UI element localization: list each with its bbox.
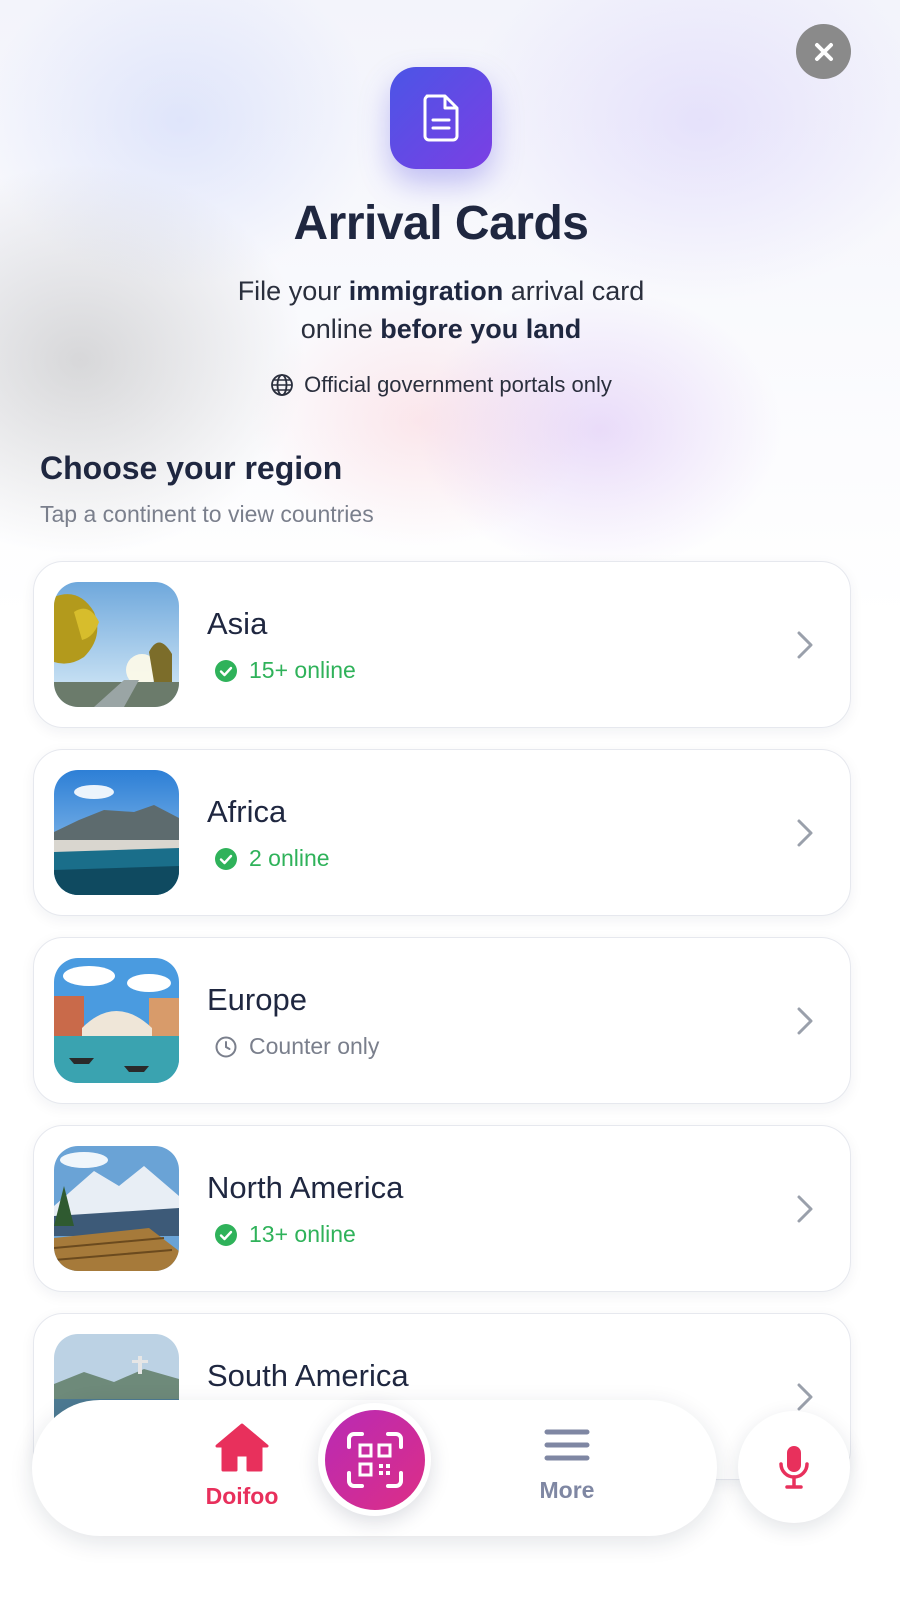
region-status: 2 online [215, 845, 330, 872]
official-note-text: Official government portals only [304, 372, 612, 397]
region-thumbnail-africa [54, 770, 179, 895]
region-status: 13+ online [215, 1221, 356, 1248]
nav-home[interactable]: Doifoo [172, 1422, 312, 1510]
check-circle-icon [215, 847, 237, 870]
arrival-cards-page: Arrival Cards File your immigration arri… [0, 0, 900, 1600]
scan-button-inner [324, 1409, 425, 1510]
region-card-africa[interactable]: Africa 2 online [33, 749, 851, 916]
region-card-asia[interactable]: Asia 15+ online [33, 561, 851, 728]
chevron-right-icon [797, 1007, 813, 1035]
region-status-text: Counter only [249, 1033, 380, 1059]
check-circle-icon [215, 659, 237, 682]
region-card-europe[interactable]: Europe Counter only [33, 937, 851, 1104]
nav-more[interactable]: More [502, 1428, 632, 1504]
check-circle-icon [215, 1223, 237, 1246]
region-thumbnail-asia [54, 582, 179, 707]
nav-home-label: Doifoo [205, 1483, 279, 1509]
menu-icon [544, 1429, 590, 1461]
subtitle-text: online [300, 314, 381, 344]
subtitle-emphasis: before you land [380, 314, 582, 344]
section-subtitle: Tap a continent to view countries [40, 501, 374, 527]
chevron-right-icon [797, 1383, 813, 1411]
region-status-text: 13+ online [249, 1221, 356, 1247]
chevron-right-icon [797, 631, 813, 659]
globe-icon [271, 374, 294, 396]
region-status-text: 15+ online [249, 657, 356, 683]
chevron-right-icon [797, 1195, 813, 1223]
region-name: Asia [207, 606, 268, 641]
region-name: Africa [207, 794, 287, 829]
scan-button[interactable] [318, 1403, 431, 1516]
page-title: Arrival Cards [293, 197, 589, 250]
microphone-icon [779, 1446, 809, 1489]
region-status: 15+ online [215, 657, 356, 684]
nav-more-label: More [539, 1477, 595, 1503]
clock-icon [215, 1036, 237, 1057]
document-icon [423, 94, 459, 142]
subtitle-text: File your [237, 276, 349, 306]
section-title: Choose your region [40, 450, 343, 486]
close-button[interactable] [796, 24, 851, 79]
region-name: North America [207, 1170, 404, 1205]
official-note: Official government portals only [0, 372, 882, 398]
region-thumbnail-north-america [54, 1146, 179, 1271]
home-icon [215, 1423, 269, 1472]
region-name: South America [207, 1358, 409, 1393]
region-name: Europe [207, 982, 307, 1017]
region-status: Counter only [215, 1033, 379, 1060]
region-thumbnail-europe [54, 958, 179, 1083]
region-card-north-america[interactable]: North America 13+ online [33, 1125, 851, 1292]
subtitle-text: arrival card [503, 276, 645, 306]
page-subtitle: File your immigration arrival card onlin… [0, 272, 882, 348]
subtitle-emphasis: immigration [348, 276, 504, 306]
app-icon [390, 67, 492, 169]
close-icon [814, 42, 833, 61]
region-status-text: 2 online [249, 845, 330, 871]
qr-scan-icon [346, 1431, 403, 1488]
chevron-right-icon [797, 819, 813, 847]
voice-button[interactable] [738, 1411, 850, 1523]
